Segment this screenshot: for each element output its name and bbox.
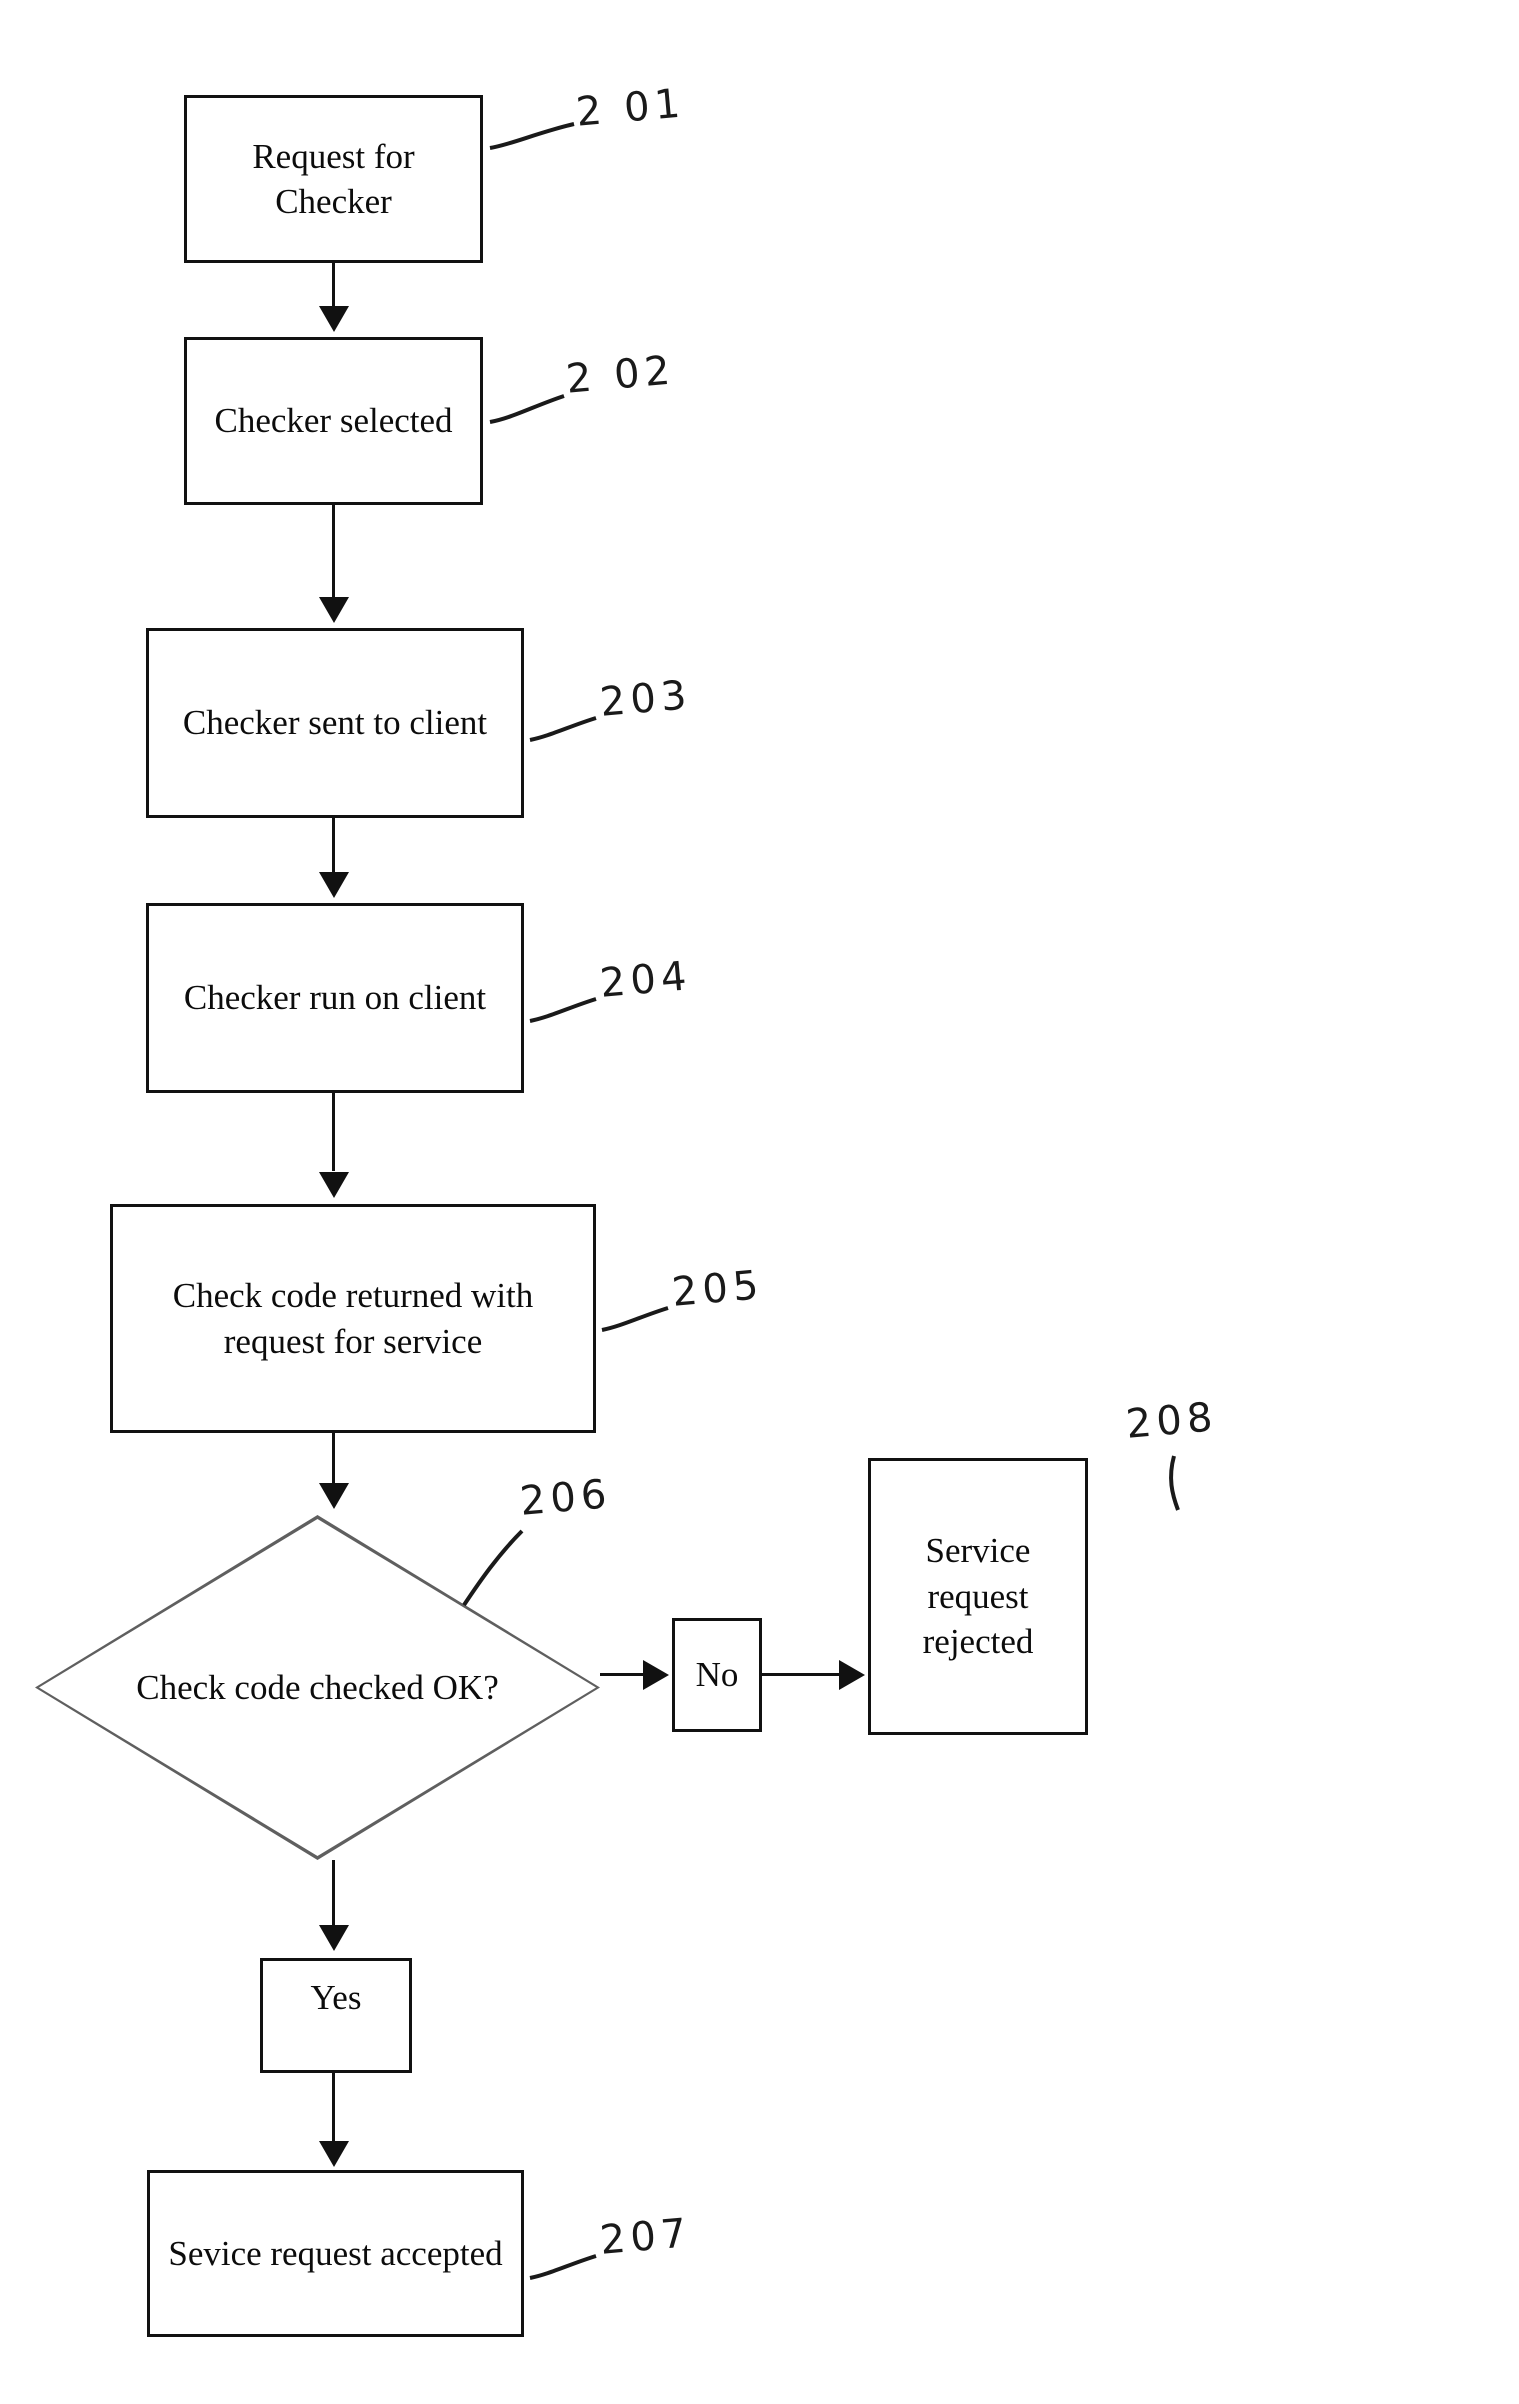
leader-line-206 <box>462 1529 524 1607</box>
ref-numeral-201: 2 01 <box>574 80 687 136</box>
flow-node-202: Checker selected <box>184 337 483 505</box>
flow-node-yes-label: Yes <box>310 1978 362 2017</box>
flow-node-204: Checker run on client <box>146 903 524 1093</box>
ref-numeral-204: 204 <box>598 953 694 1007</box>
leader-line-203 <box>529 716 597 742</box>
flow-node-yes: Yes <box>260 1958 412 2073</box>
flow-node-no-label: No <box>695 1655 739 1695</box>
flow-node-202-label: Checker selected <box>214 401 453 441</box>
leader-line-202 <box>489 394 565 424</box>
arrowhead-down-icon <box>319 1925 349 1951</box>
edge-line <box>332 2073 335 2145</box>
edge-line <box>332 1093 335 1171</box>
ref-numeral-208: 208 <box>1124 1394 1220 1448</box>
flow-node-203-label: Checker sent to client <box>182 703 488 743</box>
edge-line <box>332 818 335 876</box>
edge-line <box>332 1860 335 1928</box>
flow-node-208: Service request rejected <box>868 1458 1088 1735</box>
arrowhead-down-icon <box>319 306 349 332</box>
leader-line-204 <box>529 997 597 1023</box>
flow-node-201: Request for Checker <box>184 95 483 263</box>
flow-node-204-label: Checker run on client <box>183 978 487 1018</box>
edge-line <box>600 1673 646 1676</box>
arrowhead-right-icon <box>643 1660 669 1690</box>
arrowhead-down-icon <box>319 597 349 623</box>
flowchart-canvas: Request for Checker Checker selected Che… <box>0 0 1519 2404</box>
arrowhead-down-icon <box>319 872 349 898</box>
edge-line <box>332 1433 335 1483</box>
flow-node-no: No <box>672 1618 762 1732</box>
ref-numeral-202: 2 02 <box>564 347 677 403</box>
ref-numeral-207: 207 <box>598 2210 694 2264</box>
flow-node-201-label: Request for Checker <box>252 136 415 222</box>
flow-node-205: Check code returned with request for ser… <box>110 1204 596 1433</box>
ref-numeral-205: 205 <box>670 1262 766 1316</box>
ref-numeral-206: 206 <box>518 1471 614 1525</box>
flow-node-207: Sevice request accepted <box>147 2170 524 2337</box>
leader-line-208 <box>1169 1455 1180 1511</box>
arrowhead-down-icon <box>319 1172 349 1198</box>
flow-node-205-label: Check code returned with request for ser… <box>172 1276 534 1361</box>
arrowhead-right-icon <box>839 1660 865 1690</box>
leader-line-205 <box>601 1306 669 1332</box>
leader-line-207 <box>529 2254 597 2280</box>
leader-line-201 <box>489 122 575 150</box>
arrowhead-down-icon <box>319 2141 349 2167</box>
edge-line <box>762 1673 840 1676</box>
flow-node-203: Checker sent to client <box>146 628 524 818</box>
flow-node-207-label: Sevice request accepted <box>168 2233 503 2273</box>
edge-line <box>332 505 335 605</box>
flow-node-208-label: Service request rejected <box>922 1531 1034 1662</box>
arrowhead-down-icon <box>319 1483 349 1509</box>
ref-numeral-203: 203 <box>598 672 694 726</box>
